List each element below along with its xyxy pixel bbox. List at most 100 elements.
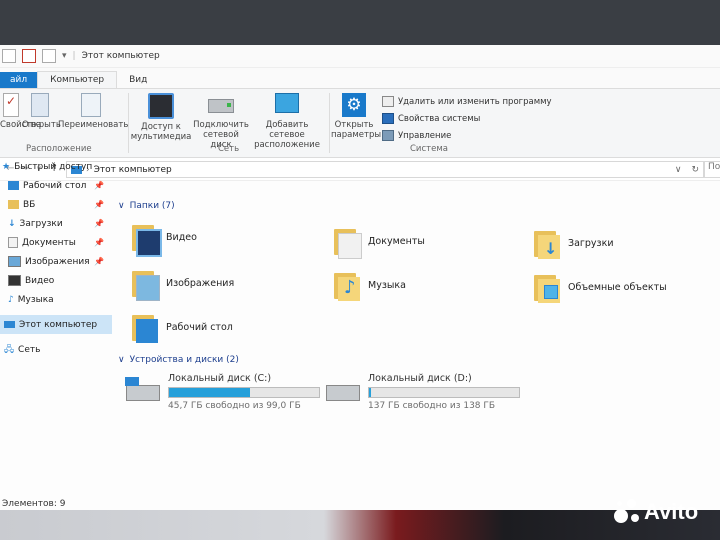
documents-icon	[8, 237, 18, 248]
uninstall-label: Удалить или изменить программу	[398, 96, 552, 107]
ribbon-separator	[329, 93, 330, 153]
star-icon: ★	[2, 161, 11, 172]
avito-watermark: Avito	[614, 499, 698, 525]
drive-free-space: 137 ГБ свободно из 138 ГБ	[368, 401, 496, 411]
add-network-location-button[interactable]: Добавить сетевое расположение	[250, 93, 324, 150]
pin-icon[interactable]: 📌	[94, 200, 104, 209]
new-folder-quick-icon[interactable]	[42, 49, 56, 63]
nav-item-pictures[interactable]: Изображения 📌	[0, 252, 112, 271]
folder-item-documents[interactable]: Документы	[332, 225, 425, 259]
rename-button[interactable]: Переименовать	[58, 93, 128, 130]
system-properties-icon	[382, 113, 394, 124]
map-drive-button[interactable]: Подключить сетевой диск	[192, 93, 250, 150]
properties-button[interactable]: ✓ Свойства	[0, 93, 42, 130]
pin-icon[interactable]: 📌	[94, 238, 104, 247]
folder-label: Объемные объекты	[568, 281, 667, 293]
folder-label: Видео	[166, 231, 197, 243]
tab-file[interactable]: айл	[0, 72, 38, 88]
network-location-icon	[275, 93, 299, 113]
folder-item-music[interactable]: ♪ Музыка	[332, 269, 406, 301]
nav-item-label: Музыка	[17, 294, 54, 305]
nav-item-videos[interactable]: Видео	[0, 271, 112, 290]
add-location-label-2: расположение	[254, 140, 320, 150]
hard-drive-icon	[326, 385, 360, 401]
uninstall-icon	[382, 96, 394, 107]
nav-item-label: Документы	[22, 237, 76, 248]
ribbon-separator	[128, 93, 129, 153]
nav-item-music[interactable]: ♪ Музыка	[0, 290, 112, 309]
3d-objects-folder-icon	[532, 271, 562, 303]
folder-item-videos[interactable]: Видео	[130, 221, 197, 257]
nav-item-label: Изображения	[25, 256, 90, 267]
pin-icon[interactable]: 📌	[94, 181, 104, 190]
map-drive-label-1: Подключить	[193, 120, 249, 130]
nav-item-vb[interactable]: ВБ 📌	[0, 195, 112, 214]
video-icon	[8, 275, 21, 286]
nav-item-label: ВБ	[23, 199, 36, 210]
properties-quick-icon[interactable]	[22, 49, 36, 63]
system-properties-button[interactable]: Свойства системы	[382, 113, 480, 124]
nav-item-label: Рабочий стол	[23, 180, 87, 191]
folder-label: Загрузки	[568, 237, 614, 249]
content-pane: ∨ Папки (7) Видео Документы ↓ Загрузки И…	[112, 157, 720, 457]
system-properties-label: Свойства системы	[398, 113, 481, 124]
folder-item-downloads[interactable]: ↓ Загрузки	[532, 227, 614, 259]
downloads-folder-icon: ↓	[532, 227, 562, 259]
customize-toolbar-chevron-icon[interactable]: ▾	[62, 51, 67, 61]
manage-button[interactable]: Управление	[382, 130, 451, 141]
music-note-icon: ♪	[8, 294, 14, 305]
manage-icon	[382, 130, 394, 141]
media-access-button[interactable]: Доступ к мультимедиа	[130, 93, 192, 142]
folder-item-3d-objects[interactable]: Объемные объекты	[532, 271, 667, 303]
pin-icon[interactable]: 📌	[94, 219, 104, 228]
system-group-label: Система	[410, 144, 448, 154]
desktop-icon	[8, 181, 19, 190]
open-button[interactable]: Открыть	[22, 93, 61, 130]
nav-item-label: Видео	[25, 275, 55, 286]
collapse-chevron-icon[interactable]: ∨	[118, 355, 125, 365]
media-label-1: Доступ к	[141, 122, 181, 132]
tab-view[interactable]: Вид	[117, 72, 159, 88]
drive-free-space: 45,7 ГБ свободно из 99,0 ГБ	[168, 401, 301, 411]
folder-label: Рабочий стол	[166, 321, 233, 333]
drive-usage-bar	[368, 387, 520, 398]
open-settings-button[interactable]: ⚙ Открыть параметры	[331, 93, 382, 140]
status-item-count: Элементов: 9	[2, 499, 66, 509]
drive-name: Локальный диск (C:)	[168, 373, 272, 384]
properties-icon: ✓	[3, 93, 19, 117]
nav-network-label: Сеть	[18, 344, 41, 355]
gear-icon: ⚙	[342, 93, 366, 117]
navigation-pane: ★ Быстрый доступ Рабочий стол 📌 ВБ 📌 ↓ З…	[0, 157, 112, 447]
documents-folder-icon	[332, 225, 362, 259]
nav-quick-access[interactable]: ★ Быстрый доступ	[0, 157, 112, 176]
music-folder-icon: ♪	[332, 269, 362, 301]
folders-section-header[interactable]: ∨ Папки (7)	[118, 201, 718, 211]
nav-item-documents[interactable]: Документы 📌	[0, 233, 112, 252]
quick-access-toolbar-icon[interactable]	[2, 49, 16, 63]
title-bar: ▾ | Этот компьютер	[0, 45, 720, 68]
drive-c[interactable]: Локальный диск (C:) 45,7 ГБ свободно из …	[125, 373, 320, 411]
desktop-folder-icon	[130, 311, 160, 343]
add-location-label-1: Добавить сетевое	[265, 120, 309, 140]
avito-logo-icon	[614, 499, 640, 525]
folder-item-desktop[interactable]: Рабочий стол	[130, 311, 233, 343]
nav-item-desktop[interactable]: Рабочий стол 📌	[0, 176, 112, 195]
open-settings-label-2: параметры	[331, 130, 382, 140]
tab-computer[interactable]: Компьютер	[37, 71, 118, 88]
videos-folder-icon	[130, 221, 162, 257]
uninstall-program-button[interactable]: Удалить или изменить программу	[382, 96, 552, 107]
folder-item-pictures[interactable]: Изображения	[130, 267, 234, 301]
nav-this-pc[interactable]: Этот компьютер	[0, 315, 112, 334]
nav-item-downloads[interactable]: ↓ Загрузки 📌	[0, 214, 112, 233]
network-icon: 🖧	[4, 344, 15, 355]
nav-quick-access-label: Быстрый доступ	[14, 161, 93, 172]
pin-icon[interactable]: 📌	[94, 257, 104, 266]
drive-d[interactable]: Локальный диск (D:) 137 ГБ свободно из 1…	[326, 373, 520, 411]
pictures-icon	[8, 256, 21, 267]
folder-label: Документы	[368, 235, 425, 247]
open-icon	[31, 93, 49, 117]
devices-section-header[interactable]: ∨ Устройства и диски (2)	[118, 355, 239, 365]
collapse-chevron-icon[interactable]: ∨	[118, 201, 125, 211]
nav-network[interactable]: 🖧 Сеть	[0, 340, 112, 359]
rename-icon	[81, 93, 101, 117]
